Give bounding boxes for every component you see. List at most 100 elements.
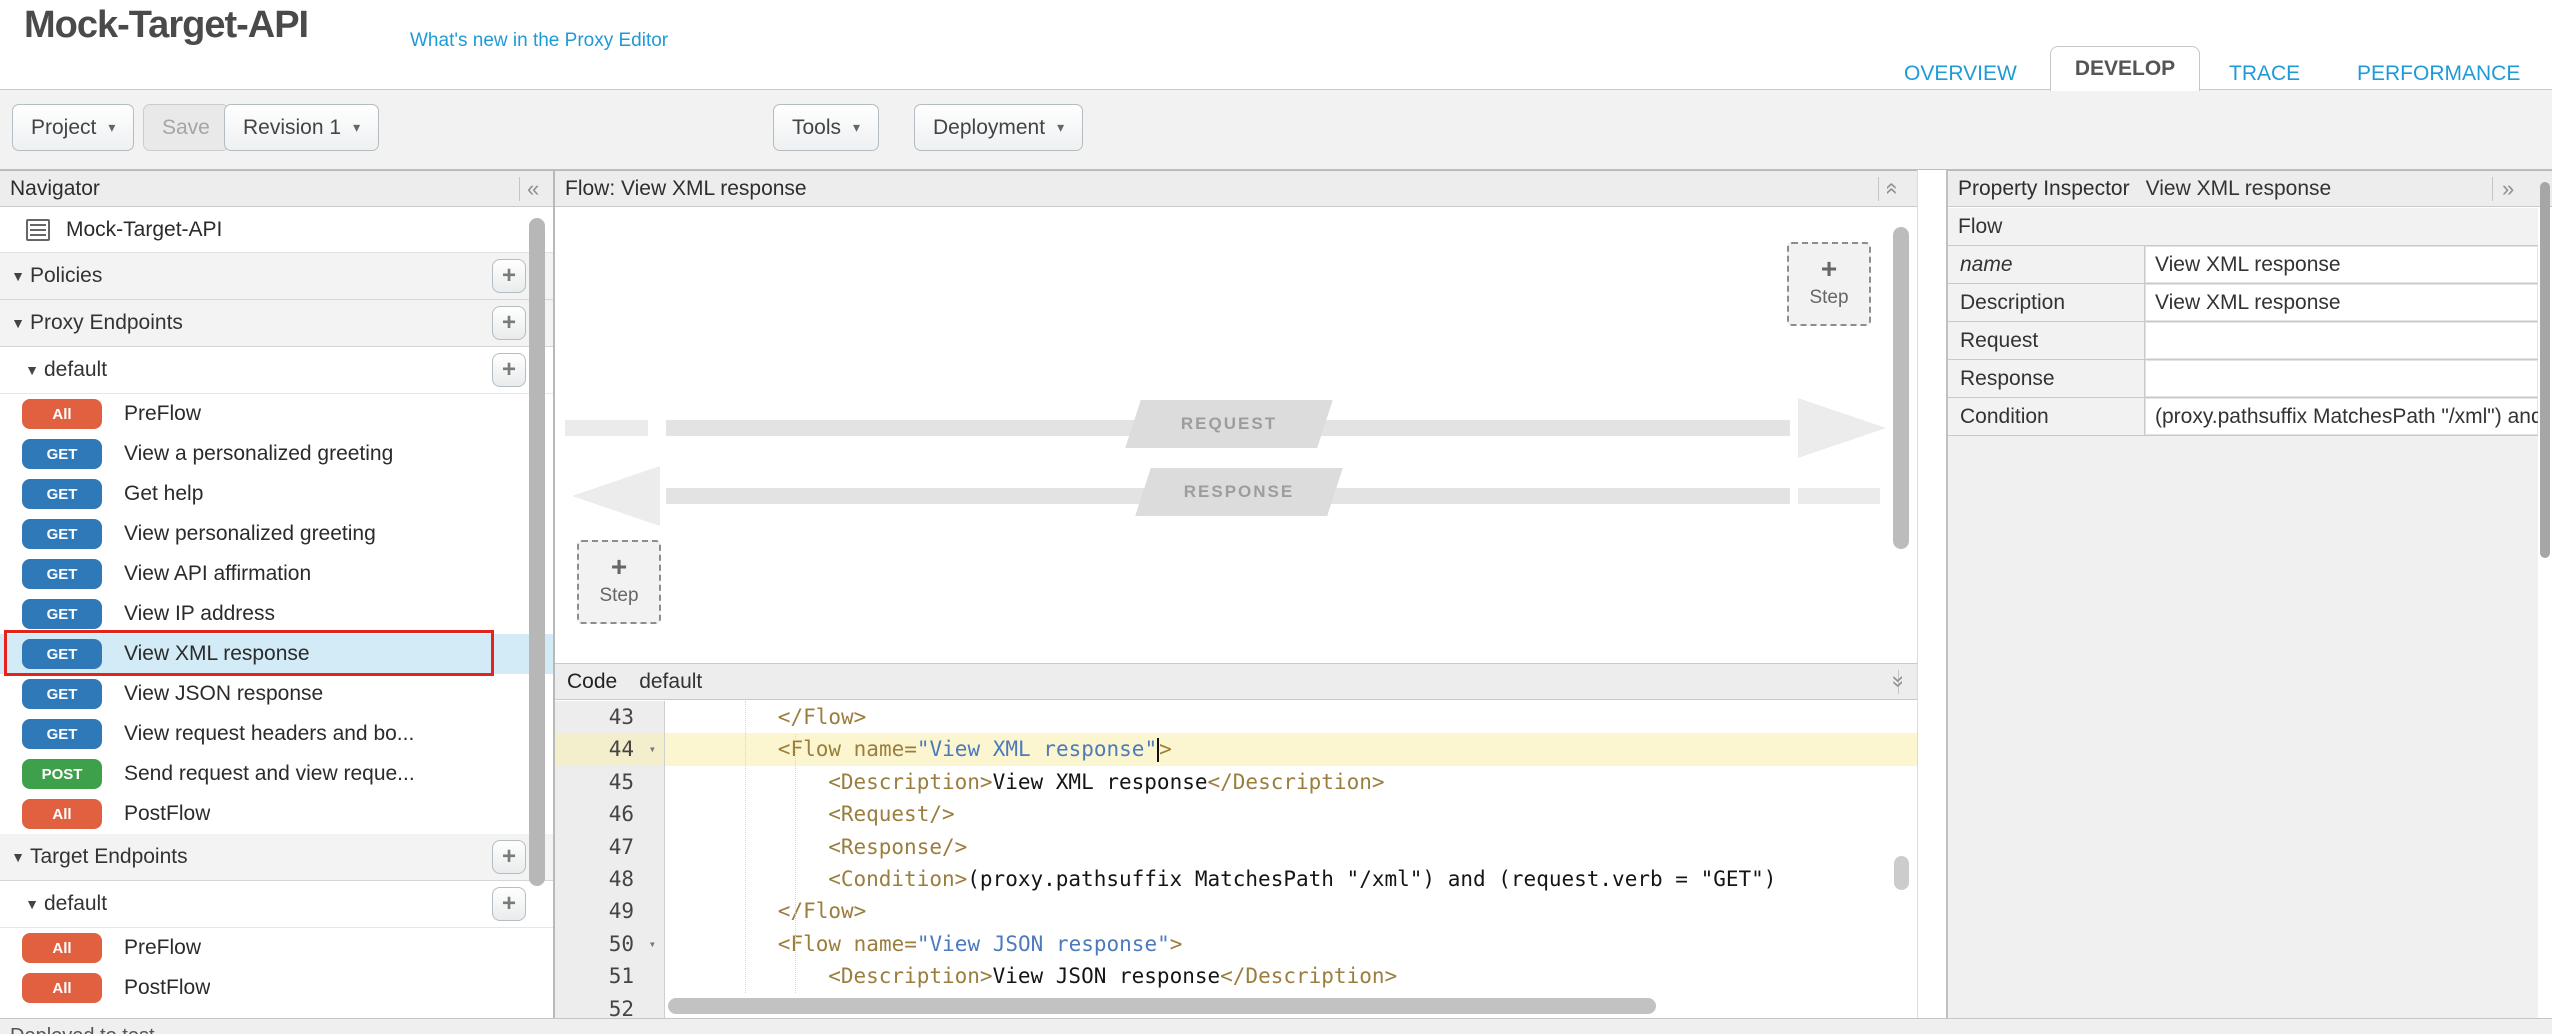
proxy-editor-app: Mock-Target-API What's new in the Proxy …	[0, 0, 2552, 1034]
code-horizontal-scrollbar[interactable]	[668, 998, 1656, 1014]
code-text: <Description>View XML response</Descript…	[665, 766, 1917, 798]
fold-arrow-icon[interactable]: ▾	[649, 733, 656, 765]
flow-panel-header: Flow: View XML response «	[555, 170, 1917, 207]
response-banner: RESPONSE	[1143, 468, 1335, 516]
code-line-50: 50▾<Flow name="View JSON response">	[555, 928, 1917, 960]
plus-icon: +	[611, 557, 627, 577]
nav-flow-view-ip-address[interactable]: GETView IP address	[0, 594, 553, 634]
nav-api-mock-target-api[interactable]: Mock-Target-API	[0, 208, 553, 253]
property-label: name	[1948, 246, 2145, 283]
nav-flow-postflow[interactable]: AllPostFlow	[0, 794, 553, 834]
line-number: 52	[555, 993, 665, 1018]
nav-flow-postflow[interactable]: AllPostFlow	[0, 968, 553, 1008]
tab-trace[interactable]: TRACE	[2229, 62, 2300, 86]
caret-down-icon[interactable]: ▼	[6, 268, 30, 284]
property-label: Description	[1948, 284, 2145, 321]
method-badge: All	[22, 973, 102, 1003]
property-value-input[interactable]: View XML response	[2145, 246, 2538, 283]
response-arrowhead-icon	[572, 466, 660, 526]
property-label: Response	[1948, 360, 2145, 397]
nav-flow-preflow[interactable]: AllPreFlow	[0, 394, 553, 434]
property-label: Condition	[1948, 398, 2145, 435]
collapse-left-icon[interactable]: «	[527, 171, 539, 206]
project-menu-button[interactable]: Project ▾	[12, 104, 134, 151]
flow-label: View IP address	[124, 602, 275, 626]
revision-menu-button[interactable]: Revision 1 ▾	[224, 104, 379, 151]
code-panel-title: Code	[567, 670, 617, 694]
nav-section-proxy-endpoints[interactable]: ▼Proxy Endpoints+	[0, 300, 553, 347]
nav-flow-send-request-and-view-reque-[interactable]: POSTSend request and view reque...	[0, 754, 553, 794]
property-inspector-scrollbar[interactable]	[2540, 182, 2550, 558]
tools-menu-button[interactable]: Tools ▾	[773, 104, 879, 151]
nav-flow-view-a-personalized-greeting[interactable]: GET View a personalized greeting	[0, 434, 553, 474]
method-badge: All	[22, 933, 102, 963]
deployment-menu-button[interactable]: Deployment ▾	[914, 104, 1083, 151]
property-value-input[interactable]: (proxy.pathsuffix MatchesPath "/xml") an…	[2145, 398, 2538, 435]
navigator-scrollbar[interactable]	[529, 218, 545, 886]
chevron-down-icon: ▾	[108, 119, 115, 136]
property-row-condition: Condition(proxy.pathsuffix MatchesPath "…	[1948, 398, 2538, 436]
flow-label: View personalized greeting	[124, 522, 376, 546]
nav-subsection-default[interactable]: ▼default +	[0, 881, 553, 928]
line-number: 43	[555, 701, 665, 733]
plus-icon: +	[1821, 259, 1837, 279]
tab-overview[interactable]: OVERVIEW	[1904, 62, 2017, 86]
whats-new-link[interactable]: What's new in the Proxy Editor	[410, 30, 668, 52]
property-inspector-subtitle: View XML response	[2146, 177, 2332, 201]
property-value-input[interactable]: View XML response	[2145, 284, 2538, 321]
nav-section-target-endpoints[interactable]: ▼Target Endpoints +	[0, 834, 553, 881]
navigator-title: Navigator	[10, 177, 100, 201]
add-button[interactable]: +	[492, 840, 526, 874]
caret-down-icon[interactable]: ▼	[6, 315, 30, 331]
add-step-button-response[interactable]: + Step	[1787, 242, 1871, 326]
code-editor[interactable]: 43</Flow>44▾<Flow name="View XML respons…	[555, 701, 1917, 1018]
add-button[interactable]: +	[492, 259, 526, 293]
property-value-input[interactable]	[2145, 322, 2538, 359]
nav-flow-get-help[interactable]: GETGet help	[0, 474, 553, 514]
caret-down-icon[interactable]: ▼	[6, 849, 30, 865]
line-number: 47	[555, 831, 665, 863]
nav-flow-view-request-headers-and-bo-[interactable]: GETView request headers and bo...	[0, 714, 553, 754]
flow-label: PostFlow	[124, 802, 210, 826]
flow-label: View a personalized greeting	[124, 442, 393, 466]
property-value-input[interactable]	[2145, 360, 2538, 397]
navigator-tree: Mock-Target-API▼Policies+▼Proxy Endpoint…	[0, 208, 553, 1018]
code-line-51: 51<Description>View JSON response</Descr…	[555, 960, 1917, 992]
code-text: <Response/>	[665, 831, 1917, 863]
add-button[interactable]: +	[492, 887, 526, 921]
method-badge: GET	[22, 439, 102, 469]
tab-performance[interactable]: PERFORMANCE	[2357, 62, 2520, 86]
line-number: 44▾	[555, 733, 665, 765]
flow-label: View JSON response	[124, 682, 323, 706]
section-label: default	[44, 892, 107, 916]
property-row-request: Request	[1948, 322, 2538, 360]
nav-flow-view-json-response[interactable]: GETView JSON response	[0, 674, 553, 714]
nav-flow-view-personalized-greeting[interactable]: GETView personalized greeting	[0, 514, 553, 554]
caret-down-icon[interactable]: ▼	[20, 362, 44, 378]
nav-flow-view-api-affirmation[interactable]: GETView API affirmation	[0, 554, 553, 594]
code-text: <Request/>	[665, 798, 1917, 830]
nav-subsection-default[interactable]: ▼default+	[0, 347, 553, 394]
code-vertical-scrollbar[interactable]	[1894, 856, 1909, 890]
expand-right-icon[interactable]: »	[2502, 171, 2514, 206]
collapse-up-icon[interactable]: «	[1876, 182, 1911, 194]
caret-down-icon[interactable]: ▼	[20, 896, 44, 912]
section-label: Policies	[30, 264, 102, 288]
fold-arrow-icon[interactable]: ▾	[649, 928, 656, 960]
code-line-46: 46<Request/>	[555, 798, 1917, 830]
flow-scrollbar[interactable]	[1893, 227, 1909, 549]
nav-flow-preflow[interactable]: AllPreFlow	[0, 928, 553, 968]
add-step-button-request[interactable]: + Step	[577, 540, 661, 624]
nav-section-policies[interactable]: ▼Policies +	[0, 253, 553, 300]
chevron-down-icon: ▾	[353, 119, 360, 136]
line-number: 45	[555, 766, 665, 798]
add-button[interactable]: +	[492, 306, 526, 340]
code-text: </Flow>	[665, 701, 1917, 733]
flow-label: Send request and view reque...	[124, 762, 415, 786]
page-title: Mock-Target-API	[24, 4, 308, 47]
tab-develop[interactable]: DEVELOP	[2050, 46, 2200, 91]
section-label: Target Endpoints	[30, 845, 188, 869]
add-button[interactable]: +	[492, 353, 526, 387]
save-button[interactable]: Save	[143, 104, 229, 151]
collapse-down-icon[interactable]: «	[1879, 675, 1914, 687]
